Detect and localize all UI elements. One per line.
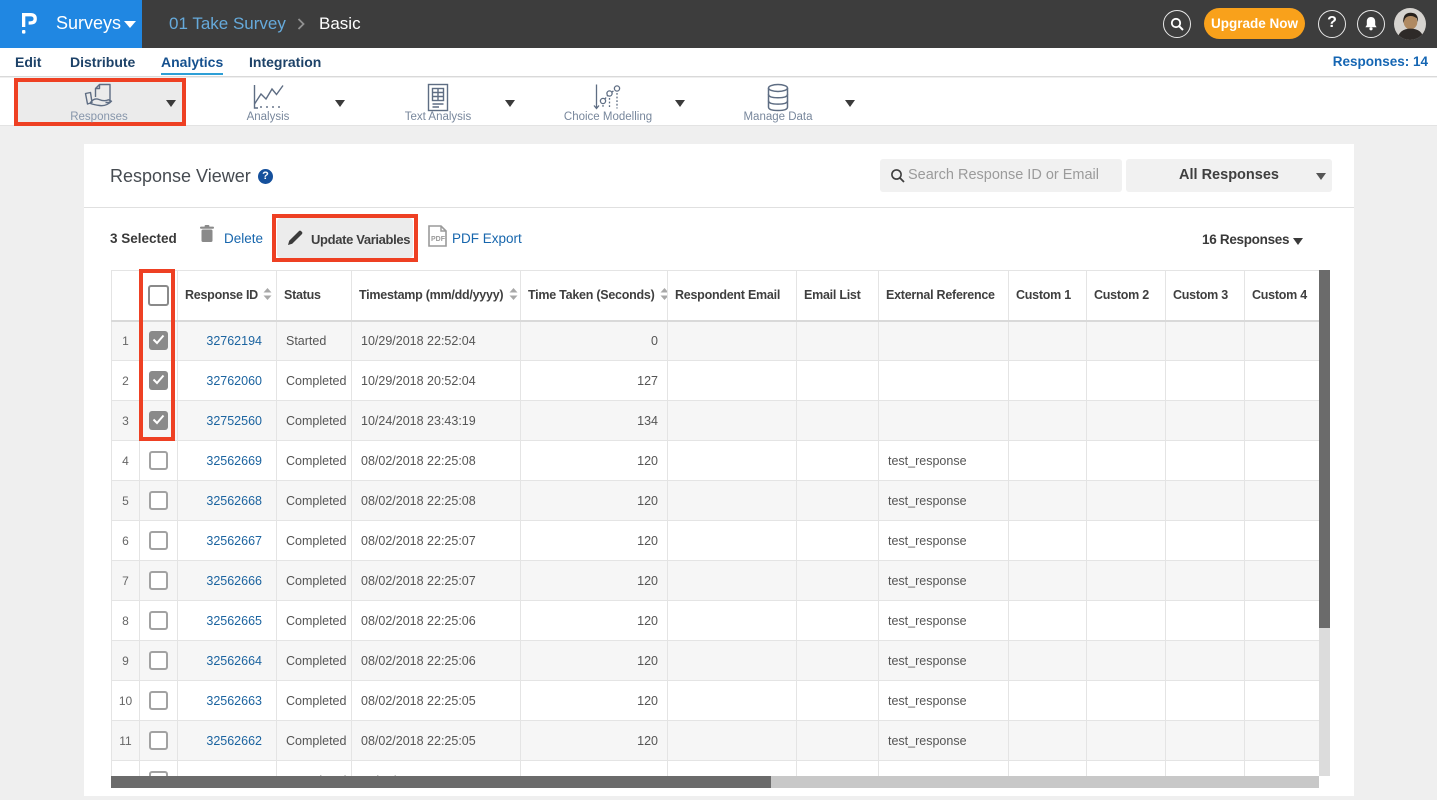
svg-text:PDF: PDF bbox=[431, 236, 446, 243]
